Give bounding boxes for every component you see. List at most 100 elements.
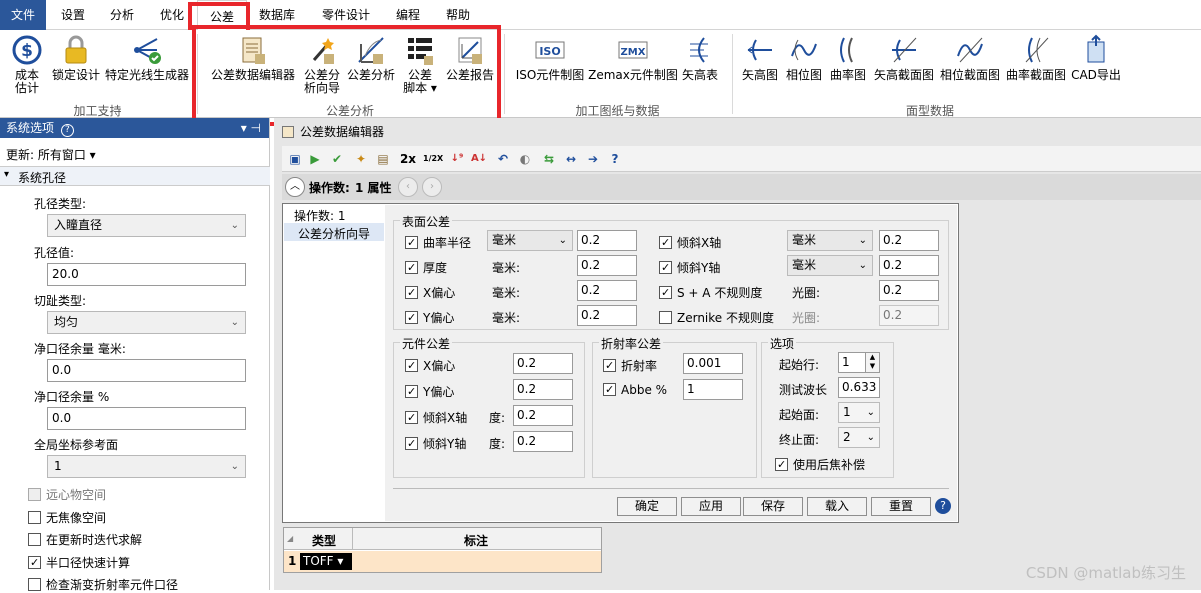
checkbox-x-decenter[interactable]: X偏心 <box>405 284 455 301</box>
wizard-icon[interactable]: ✦ <box>352 150 370 168</box>
checkbox-fast-semi-diameter[interactable]: 半口径快速计算 <box>28 554 130 571</box>
help-icon[interactable]: ? <box>935 498 951 514</box>
help-icon[interactable]: ? <box>606 150 624 168</box>
global-ref-select[interactable]: 1 ⌄ <box>47 455 246 478</box>
next-icon[interactable]: › <box>422 177 442 197</box>
checkbox-element-tilt-y[interactable]: 倾斜Y轴 <box>405 435 466 452</box>
column-header-type[interactable]: 类型 <box>312 532 336 549</box>
check-icon[interactable]: ✔ <box>328 150 346 168</box>
checkbox-zernike-irregularity[interactable]: Zernike 不规则度 <box>659 309 774 326</box>
help-icon[interactable]: ? <box>60 124 74 137</box>
checkbox-element-x-decenter[interactable]: X偏心 <box>405 357 455 374</box>
checkbox-index[interactable]: 折射率 <box>603 357 657 374</box>
sag-table-button[interactable]: 矢高表 <box>680 34 720 82</box>
table-row[interactable]: 1 TOFF ▾ <box>284 551 601 572</box>
menu-optimize[interactable]: 优化 <box>160 6 184 23</box>
menu-programming[interactable]: 编程 <box>396 6 420 23</box>
document-icon[interactable]: ▤ <box>374 150 392 168</box>
ok-button[interactable]: 确定 <box>617 497 677 516</box>
undo-icon[interactable]: ↶ <box>494 150 512 168</box>
menu-part-design[interactable]: 零件设计 <box>322 6 370 23</box>
checkbox-afocal[interactable]: 无焦像空间 <box>28 509 106 526</box>
tree-item-operand[interactable]: 操作数: 1 <box>294 207 346 224</box>
tilt-x-unit-select[interactable]: 毫米 ⌄ <box>787 230 873 251</box>
tilt-y-unit-select[interactable]: 毫米 ⌄ <box>787 255 873 276</box>
aperture-type-select[interactable]: 入瞳直径 ⌄ <box>47 214 246 237</box>
zernike-value-input[interactable]: 0.2 <box>879 305 939 326</box>
zemax-drawing-button[interactable]: ZMX Zemax元件制图 <box>588 34 678 82</box>
checkbox-grin-aperture[interactable]: 检查渐变折射率元件口径 <box>28 576 178 593</box>
checkbox-back-focus[interactable]: 使用后焦补偿 <box>775 456 865 473</box>
column-header-note[interactable]: 标注 <box>464 532 488 549</box>
thickness-value-input[interactable]: 0.2 <box>577 255 637 276</box>
checkbox-element-y-decenter[interactable]: Y偏心 <box>405 383 454 400</box>
pin-icon[interactable]: ▾ ⊣ <box>241 118 261 138</box>
load-icon[interactable]: ▶ <box>306 150 324 168</box>
element-tilt-y-input[interactable]: 0.2 <box>513 431 573 452</box>
menu-file[interactable]: 文件 <box>0 0 46 30</box>
sort-az-icon[interactable]: A↓ <box>470 150 488 168</box>
sag-map-button[interactable]: 矢高图 <box>740 34 780 82</box>
half-icon[interactable]: 1/2X <box>423 150 443 168</box>
prev-icon[interactable]: ‹ <box>398 177 418 197</box>
operand-type-select[interactable]: TOFF ▾ <box>300 553 352 570</box>
ray-generator-button[interactable]: 特定光线生成器 <box>104 34 190 82</box>
menu-analysis[interactable]: 分析 <box>110 6 134 23</box>
start-row-stepper[interactable]: 1 ▲ ▼ <box>838 352 880 373</box>
checkbox-tilt-y[interactable]: 倾斜Y轴 <box>659 259 720 276</box>
checkbox-tilt-x[interactable]: 倾斜X轴 <box>659 234 721 251</box>
cost-estimate-button[interactable]: $ 成本 估计 <box>8 34 46 95</box>
menu-database[interactable]: 数据库 <box>259 6 295 23</box>
menu-settings[interactable]: 设置 <box>61 6 85 23</box>
checkbox-telecentric[interactable]: 远心物空间 <box>28 486 106 503</box>
y-decenter-value-input[interactable]: 0.2 <box>577 305 637 326</box>
apply-button[interactable]: 应用 <box>681 497 741 516</box>
phase-map-button[interactable]: 相位图 <box>784 34 824 82</box>
sa-irregularity-value-input[interactable]: 0.2 <box>879 280 939 301</box>
clear-margin-pct-input[interactable]: 0.0 <box>47 407 246 430</box>
element-tilt-x-input[interactable]: 0.2 <box>513 405 573 426</box>
element-y-decenter-input[interactable]: 0.2 <box>513 379 573 400</box>
end-surface-select[interactable]: 2 ⌄ <box>838 427 880 448</box>
x-decenter-value-input[interactable]: 0.2 <box>577 280 637 301</box>
radius-unit-select[interactable]: 毫米 ⌄ <box>487 230 573 251</box>
index-value-input[interactable]: 0.001 <box>683 353 743 374</box>
phase-cross-section-button[interactable]: 相位截面图 <box>938 34 1002 82</box>
checkbox-sa-irregularity[interactable]: S + A 不规则度 <box>659 284 762 301</box>
tilt-x-value-input[interactable]: 0.2 <box>879 230 939 251</box>
checkbox-y-decenter[interactable]: Y偏心 <box>405 309 454 326</box>
save-button[interactable]: 保存 <box>743 497 803 516</box>
double-icon[interactable]: 2x <box>399 150 417 168</box>
tilt-y-value-input[interactable]: 0.2 <box>879 255 939 276</box>
expand-icon[interactable]: ↔ <box>562 150 580 168</box>
checkbox-thickness[interactable]: 厚度 <box>405 259 447 276</box>
abbe-value-input[interactable]: 1 <box>683 379 743 400</box>
checkbox-radius[interactable]: 曲率半径 <box>405 234 471 251</box>
start-surface-select[interactable]: 1 ⌄ <box>838 402 880 423</box>
toggle-icon[interactable]: ◐ <box>516 150 534 168</box>
save-icon[interactable]: ▣ <box>286 150 304 168</box>
iso-drawing-button[interactable]: ISO ISO元件制图 <box>514 34 586 82</box>
tree-item-wizard[interactable]: 公差分析向导 <box>284 223 384 241</box>
load-button[interactable]: 载入 <box>807 497 867 516</box>
sag-cross-section-button[interactable]: 矢高截面图 <box>872 34 936 82</box>
section-header-aperture[interactable]: ▾ 系统孔径 <box>0 166 270 186</box>
checkbox-iterate-solves[interactable]: 在更新时迭代求解 <box>28 531 142 548</box>
reset-button[interactable]: 重置 <box>871 497 931 516</box>
aperture-value-input[interactable]: 20.0 <box>47 263 246 286</box>
element-x-decenter-input[interactable]: 0.2 <box>513 353 573 374</box>
lock-design-button[interactable]: 锁定设计 <box>50 34 102 82</box>
curvature-cross-section-button[interactable]: 曲率截面图 <box>1004 34 1068 82</box>
wavelength-input[interactable]: 0.633 <box>838 377 880 398</box>
curvature-map-button[interactable]: 曲率图 <box>828 34 868 82</box>
checkbox-element-tilt-x[interactable]: 倾斜X轴 <box>405 409 467 426</box>
apodization-select[interactable]: 均匀 ⌄ <box>47 311 246 334</box>
checkbox-abbe[interactable]: Abbe % <box>603 383 667 397</box>
cad-export-button[interactable]: CAD导出 <box>1070 34 1122 82</box>
arrow-right-icon[interactable]: ➔ <box>584 150 602 168</box>
sort-asc-icon[interactable]: ↓⁹ <box>448 150 466 168</box>
menu-help[interactable]: 帮助 <box>446 6 470 23</box>
update-dropdown[interactable]: 更新: 所有窗口 ▾ <box>6 146 96 163</box>
swap-icon[interactable]: ⇆ <box>540 150 558 168</box>
radius-value-input[interactable]: 0.2 <box>577 230 637 251</box>
